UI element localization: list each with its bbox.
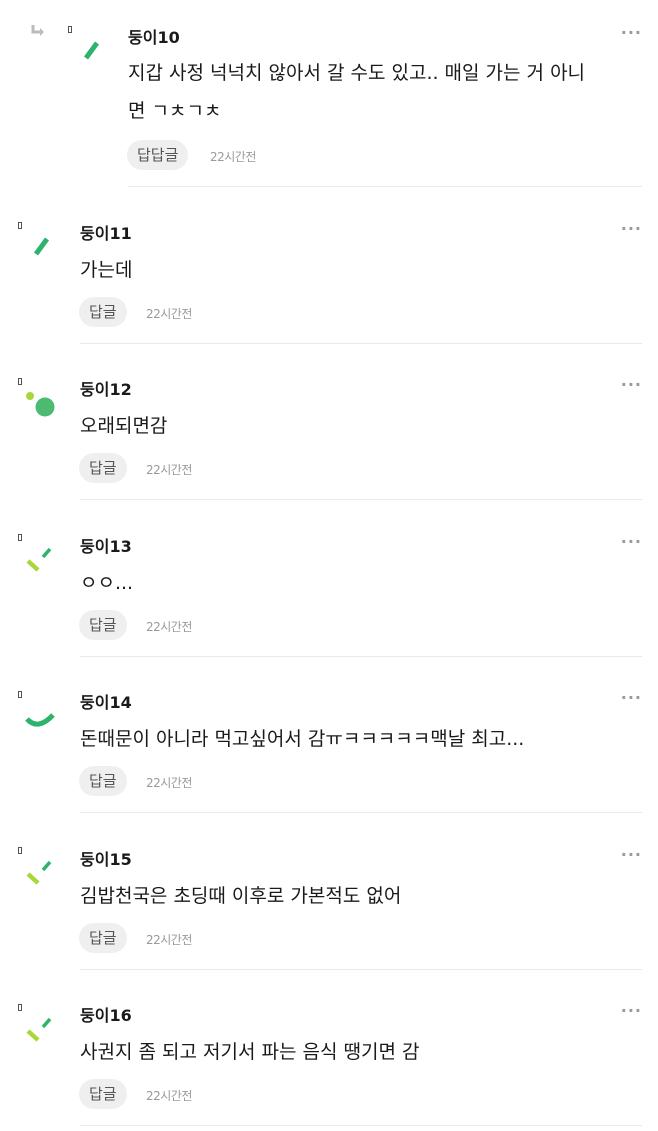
- timestamp: 22시간전: [146, 463, 192, 477]
- avatar[interactable]: [18, 691, 62, 735]
- green-arc-icon: [25, 713, 55, 727]
- comment-text: 김밥천국은 초딩때 이후로 가본적도 없어: [80, 885, 402, 907]
- more-options-icon[interactable]: ···: [621, 25, 642, 41]
- avatar[interactable]: [18, 534, 62, 578]
- comment-item: 둥이12 ··· 오래되면감 답글 22시간전: [0, 346, 658, 502]
- username[interactable]: 둥이15: [80, 846, 132, 870]
- comment-text: ㅇㅇ...: [80, 572, 134, 594]
- lime-checkmark-icon: [26, 547, 52, 572]
- username[interactable]: 둥이10: [128, 24, 180, 48]
- reply-button[interactable]: 답글: [79, 923, 127, 953]
- more-options-icon[interactable]: ···: [621, 377, 642, 393]
- avatar[interactable]: [18, 1004, 62, 1048]
- comment-item: 둥이15 ··· 김밥천국은 초딩때 이후로 가본적도 없어 답글 22시간전: [0, 815, 658, 972]
- green-slash-icon: [83, 41, 100, 60]
- green-dots-icon: [26, 392, 55, 417]
- comment-text-line: 면 ㄱㅊㄱㅊ: [128, 100, 222, 122]
- divider: [80, 969, 642, 970]
- more-options-icon[interactable]: ···: [621, 690, 642, 706]
- reply-button[interactable]: 답글: [79, 297, 127, 327]
- username[interactable]: 둥이12: [80, 376, 132, 400]
- more-options-icon[interactable]: ···: [621, 1003, 642, 1019]
- comment-item: 둥이10 ··· 지갑 사정 넉넉치 않아서 갈 수도 있고.. 매일 가는 거…: [0, 0, 658, 190]
- more-options-icon[interactable]: ···: [621, 847, 642, 863]
- lime-checkmark-icon: [26, 860, 52, 885]
- more-options-icon[interactable]: ···: [621, 534, 642, 550]
- comment-text-line: 지갑 사정 넉넉치 않아서 갈 수도 있고.. 매일 가는 거 아니: [128, 62, 586, 84]
- username[interactable]: 둥이14: [80, 689, 132, 713]
- more-options-icon[interactable]: ···: [621, 221, 642, 237]
- divider: [80, 656, 642, 657]
- username[interactable]: 둥이11: [80, 220, 132, 244]
- comment-text: 돈때문이 아니라 먹고싶어서 감ㅠㅋㅋㅋㅋㅋ맥날 최고...: [80, 728, 525, 750]
- comment-text: 가는데: [80, 259, 133, 281]
- comment-item: 둥이14 ··· 돈때문이 아니라 먹고싶어서 감ㅠㅋㅋㅋㅋㅋ맥날 최고... …: [0, 659, 658, 815]
- divider: [128, 186, 642, 187]
- divider: [80, 343, 642, 344]
- timestamp: 22시간전: [210, 150, 256, 164]
- avatar[interactable]: [18, 847, 62, 891]
- username[interactable]: 둥이16: [80, 1002, 132, 1026]
- comment-text: 사권지 좀 되고 저기서 파는 음식 땡기면 감: [80, 1041, 420, 1063]
- reply-button[interactable]: 답글: [79, 610, 127, 640]
- reply-button[interactable]: 답글: [79, 766, 127, 796]
- avatar[interactable]: [18, 378, 62, 422]
- comment-item: 둥이16 ··· 사권지 좀 되고 저기서 파는 음식 땡기면 감 답글 22시…: [0, 972, 658, 1131]
- reply-button[interactable]: 답글: [79, 453, 127, 483]
- timestamp: 22시간전: [146, 776, 192, 790]
- divider: [80, 499, 642, 500]
- timestamp: 22시간전: [146, 620, 192, 634]
- avatar[interactable]: [68, 26, 112, 70]
- comment-text: 오래되면감: [80, 415, 168, 437]
- timestamp: 22시간전: [146, 1089, 192, 1103]
- timestamp: 22시간전: [146, 307, 192, 321]
- divider: [80, 812, 642, 813]
- comment-item: 둥이11 ··· 가는데 답글 22시간전: [0, 190, 658, 346]
- divider: [80, 1125, 642, 1126]
- reply-button[interactable]: 답답글: [127, 140, 189, 170]
- timestamp: 22시간전: [146, 933, 192, 947]
- comment-item: 둥이13 ··· ㅇㅇ... 답글 22시간전: [0, 502, 658, 659]
- username[interactable]: 둥이13: [80, 533, 132, 557]
- reply-button[interactable]: 답글: [79, 1079, 127, 1109]
- green-slash-icon: [33, 237, 50, 256]
- avatar[interactable]: [18, 222, 62, 266]
- lime-checkmark-icon: [26, 1017, 52, 1042]
- reply-arrow-icon: [31, 25, 44, 36]
